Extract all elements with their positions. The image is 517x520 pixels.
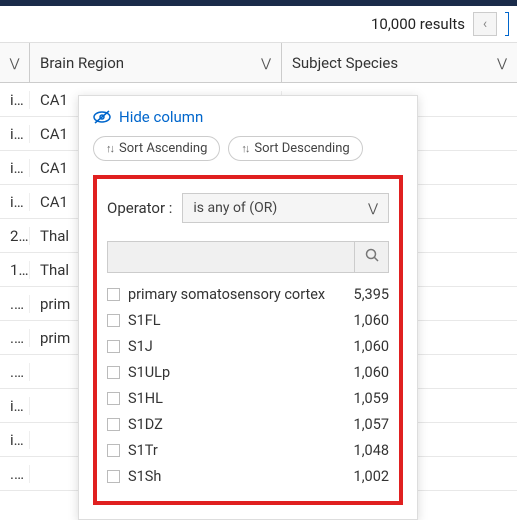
results-bar: 10,000 results ‹ [0, 6, 517, 43]
cell-a: ... [0, 329, 30, 347]
search-icon [365, 248, 379, 266]
chevron-down-icon: ⋁ [368, 201, 378, 215]
option-name: S1Tr [128, 442, 346, 459]
filter-option[interactable]: S1HL 1,059 [107, 385, 389, 411]
option-count: 1,002 [354, 468, 389, 485]
cell-a: 19 [0, 261, 30, 279]
cell-a: ... [0, 465, 30, 483]
chevron-down-icon: ⋁ [497, 56, 507, 70]
cell-a: ... [0, 363, 30, 381]
cell-a: i... [0, 91, 30, 109]
operator-select[interactable]: is any of (OR) ⋁ [182, 193, 389, 223]
hide-column-button[interactable]: Hide column [93, 108, 403, 126]
filter-option[interactable]: S1FL 1,060 [107, 307, 389, 333]
checkbox[interactable] [107, 314, 120, 327]
option-name: S1J [128, 338, 346, 355]
chevron-down-icon: ⋁ [261, 56, 271, 70]
filter-option[interactable]: primary somatosensory cortex 5,395 [107, 281, 389, 307]
checkbox[interactable] [107, 288, 120, 301]
hide-column-label: Hide column [119, 108, 203, 126]
sort-asc-label: Sort Ascending [119, 141, 207, 156]
checkbox[interactable] [107, 470, 120, 483]
cell-a: 21 [0, 227, 30, 245]
option-name: S1HL [128, 390, 346, 407]
results-count: 10,000 results [371, 15, 465, 33]
cell-a: ... [0, 295, 30, 313]
sort-desc-label: Sort Descending [254, 141, 349, 156]
cell-a: i... [0, 431, 30, 449]
checkbox[interactable] [107, 418, 120, 431]
sort-descending-button[interactable]: ↑↓ Sort Descending [228, 136, 362, 161]
option-count: 1,057 [354, 416, 389, 433]
column-header-brain-region[interactable]: Brain Region ⋁ [30, 43, 282, 82]
option-count: 1,060 [354, 364, 389, 381]
column-header-subject-species[interactable]: Subject Species ⋁ [282, 43, 517, 82]
checkbox[interactable] [107, 444, 120, 457]
operator-label: Operator : [107, 199, 172, 217]
eye-off-icon [93, 110, 111, 124]
filter-search-row [107, 241, 389, 273]
sort-row: ↑↓ Sort Ascending ↑↓ Sort Descending [93, 136, 403, 161]
cell-a: i... [0, 125, 30, 143]
column-label: Subject Species [292, 54, 398, 72]
table-header: ⋁ Brain Region ⋁ Subject Species ⋁ [0, 43, 517, 83]
option-name: S1ULp [128, 364, 346, 381]
filter-highlight-box: Operator : is any of (OR) ⋁ primary soma… [93, 175, 403, 505]
column-header-expand[interactable]: ⋁ [0, 43, 30, 82]
filter-options-list: primary somatosensory cortex 5,395 S1FL 1,0… [107, 281, 389, 489]
checkbox[interactable] [107, 392, 120, 405]
column-filter-popup: Hide column ↑↓ Sort Ascending ↑↓ Sort De… [78, 95, 418, 520]
filter-option[interactable]: S1Tr 1,048 [107, 437, 389, 463]
pager-next-button[interactable] [505, 12, 509, 36]
column-label: Brain Region [40, 54, 124, 72]
sort-asc-icon: ↑↓ [106, 142, 113, 155]
filter-search-button[interactable] [354, 242, 388, 272]
option-name: S1FL [128, 312, 346, 329]
filter-option[interactable]: S1DZ 1,057 [107, 411, 389, 437]
filter-option[interactable]: S1ULp 1,060 [107, 359, 389, 385]
option-count: 1,060 [354, 312, 389, 329]
sort-ascending-button[interactable]: ↑↓ Sort Ascending [93, 136, 220, 161]
option-count: 5,395 [354, 286, 389, 303]
chevron-down-icon: ⋁ [10, 56, 20, 70]
checkbox[interactable] [107, 366, 120, 379]
option-name: S1Sh [128, 468, 346, 485]
option-count: 1,059 [354, 390, 389, 407]
filter-option[interactable]: S1J 1,060 [107, 333, 389, 359]
cell-a: i... [0, 193, 30, 211]
option-count: 1,048 [354, 442, 389, 459]
option-count: 1,060 [354, 338, 389, 355]
cell-a: i... [0, 159, 30, 177]
pager-prev-button[interactable]: ‹ [473, 12, 497, 36]
option-name: primary somatosensory cortex [128, 286, 346, 303]
sort-desc-icon: ↑↓ [241, 142, 248, 155]
checkbox[interactable] [107, 340, 120, 353]
option-name: S1DZ [128, 416, 346, 433]
cell-a: i... [0, 397, 30, 415]
filter-option[interactable]: S1Sh 1,002 [107, 463, 389, 489]
operator-row: Operator : is any of (OR) ⋁ [107, 193, 389, 223]
filter-search-input[interactable] [108, 242, 354, 272]
operator-value: is any of (OR) [193, 200, 277, 216]
